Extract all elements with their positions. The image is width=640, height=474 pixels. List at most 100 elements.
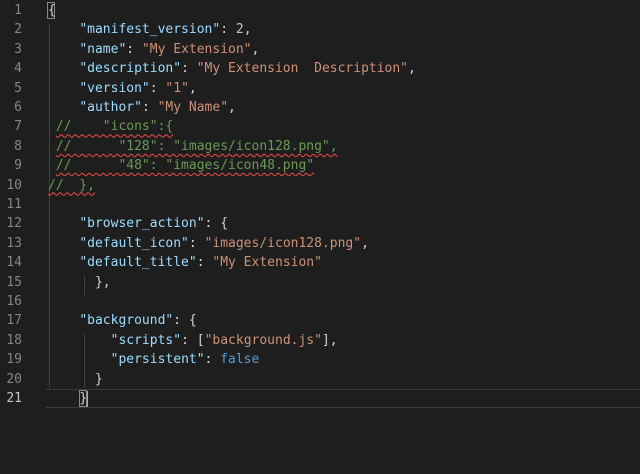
code-token: } — [79, 391, 88, 406]
code-token: "browser_action" — [79, 216, 205, 232]
line-number: 15 — [6, 274, 22, 290]
code-line[interactable]: 13 "default_icon": "images/icon128.png", — [0, 234, 640, 253]
code-token: : — [196, 255, 213, 271]
code-line[interactable]: 20 } — [0, 370, 640, 389]
code-text: // "48": "images/icon48.png" — [48, 156, 314, 175]
code-token: , — [251, 41, 260, 57]
code-line[interactable]: 1{ — [0, 1, 640, 20]
code-token: "images/icon128.png" — [204, 235, 362, 251]
code-line[interactable]: 5 "version": "1", — [0, 79, 640, 98]
code-token: "background.js" — [204, 332, 322, 348]
code-token: : — [188, 235, 205, 251]
code-line[interactable]: 17 "background": { — [0, 311, 640, 330]
code-line[interactable]: 10 // }, — [0, 176, 640, 195]
code-token: // "48": "images/icon48.png" — [55, 158, 315, 174]
code-text: "persistent": false — [48, 350, 260, 369]
code-line[interactable]: 8 // "128": "images/icon128.png", — [0, 137, 640, 156]
code-token: , — [188, 80, 197, 96]
code-line[interactable]: 21 } — [0, 389, 640, 408]
code-line[interactable]: 15 }, — [0, 273, 640, 292]
code-text: "name": "My Extension", — [48, 40, 259, 59]
code-token: : — [126, 41, 142, 57]
code-token: , — [243, 22, 252, 38]
code-line[interactable]: 6 "author": "My Name", — [0, 98, 640, 117]
line-number: 19 — [6, 352, 22, 368]
code-text: }, — [48, 273, 111, 292]
line-number: 12 — [6, 216, 22, 232]
code-token: "background" — [79, 313, 174, 329]
code-token: "description" — [79, 61, 182, 77]
text-cursor — [87, 391, 88, 407]
code-line[interactable]: 3 "name": "My Extension", — [0, 40, 640, 59]
line-number: 10 — [6, 177, 22, 193]
code-token: , — [361, 235, 369, 251]
code-text: "manifest_version": 2, — [48, 20, 252, 39]
code-line[interactable]: 9 // "48": "images/icon48.png" — [0, 156, 640, 175]
code-token: , — [408, 61, 416, 77]
code-token: false — [220, 352, 260, 368]
code-token: "author" — [79, 100, 142, 115]
code-token: "version" — [79, 80, 150, 96]
code-line[interactable]: 16 — [0, 292, 640, 311]
code-text: "background": { — [48, 311, 197, 330]
line-number: 14 — [6, 255, 22, 271]
code-token: "name" — [79, 41, 127, 57]
code-token: : — [149, 80, 166, 96]
code-line[interactable]: 2 "manifest_version": 2, — [0, 20, 640, 39]
line-number: 13 — [6, 235, 22, 251]
code-line[interactable]: 7 // "icons":{ — [0, 117, 640, 136]
code-token: : — [181, 61, 197, 77]
code-text: } — [48, 370, 103, 389]
code-token: "My Extension" — [141, 41, 252, 57]
code-token: : [ — [181, 332, 205, 348]
code-token: ], — [321, 332, 338, 348]
code-text: "default_icon": "images/icon128.png", — [48, 234, 369, 253]
code-line[interactable]: 12 "browser_action": { — [0, 214, 640, 233]
code-text: // "icons":{ — [48, 117, 173, 136]
code-token: "scripts" — [110, 332, 182, 348]
line-number: 4 — [14, 61, 22, 77]
code-token: : { — [204, 216, 229, 232]
code-text: // }, — [48, 176, 95, 195]
code-line[interactable]: 18 "scripts": ["background.js"], — [0, 331, 640, 350]
code-token: "persistent" — [110, 352, 205, 368]
code-token: 2 — [235, 22, 244, 38]
line-number: 2 — [14, 22, 22, 38]
code-token: { — [48, 3, 56, 18]
code-token: "My Extension" — [212, 255, 322, 271]
code-token: // "128": "images/icon128.png", — [55, 138, 338, 154]
line-number: 7 — [14, 119, 22, 135]
code-text: "version": "1", — [48, 79, 197, 98]
code-line[interactable]: 4 "description": "My Extension Descripti… — [0, 59, 640, 78]
code-token: } — [48, 371, 103, 387]
code-token: : — [220, 22, 236, 38]
code-text: // "128": "images/icon128.png", — [48, 137, 338, 156]
line-number: 18 — [6, 332, 22, 348]
code-text: "description": "My Extension Description… — [48, 59, 416, 78]
code-token: "My Extension Description" — [196, 61, 409, 77]
code-token: : { — [173, 313, 197, 329]
code-text: "default_title": "My Extension" — [48, 253, 322, 272]
line-number: 1 — [14, 3, 22, 18]
line-number: 9 — [14, 158, 22, 174]
line-number: 6 — [14, 100, 22, 115]
line-number: 3 — [14, 41, 22, 57]
code-line[interactable]: 14 "default_title": "My Extension" — [0, 253, 640, 272]
code-line[interactable]: 11 — [0, 195, 640, 214]
code-text: { — [48, 1, 56, 20]
code-text: "author": "My Name", — [48, 98, 236, 117]
code-editor[interactable]: 1{2 "manifest_version": 2, 3 "name": "My … — [0, 0, 640, 474]
code-line[interactable]: 19 "persistent": false — [0, 350, 640, 369]
